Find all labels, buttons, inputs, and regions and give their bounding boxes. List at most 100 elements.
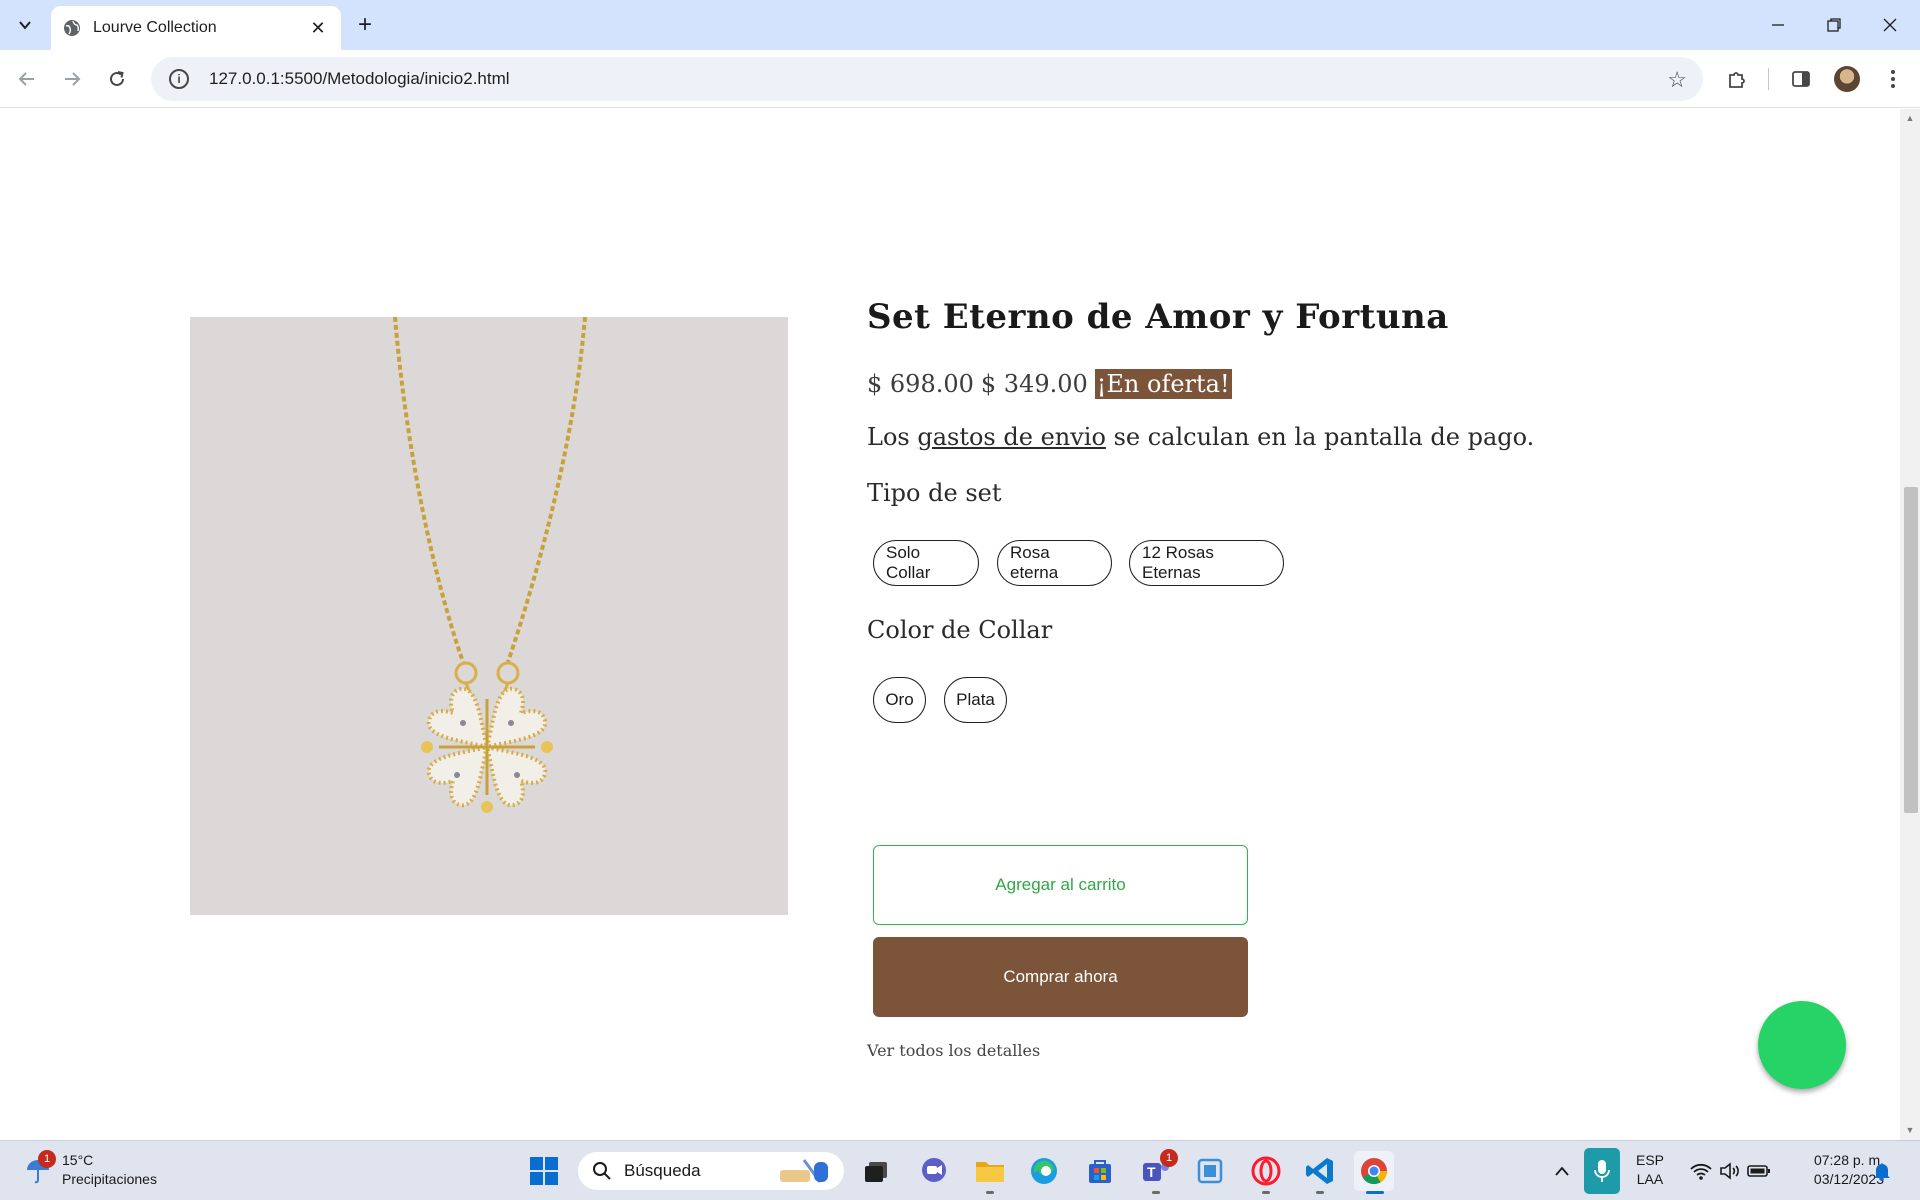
option-solo-collar[interactable]: Solo Collar <box>873 540 979 586</box>
teams-button[interactable]: T 1 <box>1136 1149 1178 1191</box>
network-volume-battery[interactable] <box>1680 1151 1780 1191</box>
running-indicator <box>1262 1191 1270 1194</box>
file-explorer-button[interactable] <box>970 1151 1010 1191</box>
active-indicator <box>1366 1191 1384 1194</box>
windows-logo-icon <box>530 1157 558 1185</box>
notifications-button[interactable] <box>1864 1151 1900 1191</box>
option-oro[interactable]: Oro <box>873 677 926 723</box>
side-panel-icon <box>1792 71 1810 87</box>
toolbar-divider <box>1768 68 1769 90</box>
task-view-button[interactable] <box>856 1151 896 1191</box>
running-indicator <box>986 1191 994 1194</box>
chrome-button[interactable] <box>1354 1151 1394 1191</box>
vscode-button[interactable] <box>1300 1151 1340 1191</box>
language-code: ESP <box>1635 1152 1664 1168</box>
battery-icon <box>1747 1165 1770 1177</box>
option-rosa-eterna[interactable]: Rosa eterna <box>997 540 1112 586</box>
opera-icon <box>1251 1156 1281 1186</box>
buy-now-button[interactable]: Comprar ahora <box>873 937 1248 1017</box>
language-indicator[interactable]: ESP LAA <box>1632 1151 1668 1189</box>
scrollbar-thumb[interactable] <box>1904 487 1918 813</box>
price-row: $ 698.00 $ 349.00 ¡En oferta! <box>867 369 1239 399</box>
arrow-right-icon <box>65 72 81 86</box>
tab-search-button[interactable] <box>10 10 40 40</box>
extensions-button[interactable] <box>1722 64 1752 94</box>
running-indicator <box>1316 1191 1324 1194</box>
address-bar[interactable]: i 127.0.0.1:5500/Metodologia/inicio2.htm… <box>151 57 1703 101</box>
arrow-left-icon <box>18 72 34 86</box>
profile-avatar[interactable] <box>1834 66 1860 92</box>
shipping-note: Los gastos de envio se calculan en la pa… <box>867 423 1534 451</box>
windows-taskbar: 1 15°C Precipitaciones Búsqueda T 1 ESP … <box>0 1140 1920 1200</box>
product-title: Set Eterno de Amor y Fortuna <box>867 297 1449 337</box>
opera-button[interactable] <box>1246 1151 1286 1191</box>
start-button[interactable] <box>524 1151 564 1191</box>
keyboard-layout: LAA <box>1636 1171 1664 1187</box>
browser-tab[interactable]: Lourve Collection ✕ <box>51 6 341 50</box>
restore-button[interactable] <box>1806 0 1862 50</box>
weather-widget[interactable]: 1 15°C Precipitaciones <box>24 1150 157 1189</box>
shipping-prefix: Los <box>867 423 910 451</box>
option-plata[interactable]: Plata <box>944 677 1007 723</box>
minimize-icon <box>1772 24 1784 26</box>
svg-text:T: T <box>1147 1164 1156 1180</box>
view-details-link[interactable]: Ver todos los detalles <box>867 1041 1040 1060</box>
bookmark-star-icon[interactable]: ☆ <box>1667 67 1687 93</box>
minimize-button[interactable] <box>1750 0 1806 50</box>
edge-button[interactable] <box>1024 1151 1064 1191</box>
chrome-icon <box>1361 1158 1388 1185</box>
weather-temperature: 15°C <box>62 1152 94 1168</box>
clover-necklace-image <box>393 317 587 813</box>
volume-icon <box>1720 1162 1739 1180</box>
original-price: $ 698.00 <box>867 370 974 398</box>
browser-menu-button[interactable] <box>1878 64 1908 94</box>
forward-button[interactable] <box>55 62 89 96</box>
product-image <box>190 317 788 915</box>
color-label: Color de Collar <box>867 616 1053 644</box>
search-highlight-icon <box>780 1159 828 1183</box>
bell-icon <box>1874 1164 1890 1181</box>
store-icon <box>1089 1160 1111 1183</box>
taskbar-search[interactable]: Búsqueda <box>578 1152 844 1190</box>
product-page: Set Eterno de Amor y Fortuna $ 698.00 $ … <box>0 109 1900 1140</box>
add-to-cart-button[interactable]: Agregar al carrito <box>873 845 1248 925</box>
site-info-icon[interactable]: i <box>169 69 189 89</box>
show-hidden-icons-button[interactable] <box>1542 1151 1582 1191</box>
puzzle-icon <box>1729 72 1745 88</box>
page-scrollbar[interactable]: ▲ ▼ <box>1900 109 1920 1140</box>
store-button[interactable] <box>1080 1151 1120 1191</box>
vscode-icon <box>1306 1158 1333 1184</box>
sale-badge: ¡En oferta! <box>1094 369 1232 399</box>
chat-bubble-icon <box>922 1158 946 1182</box>
reload-icon <box>110 71 124 86</box>
browser-tab-strip: Lourve Collection ✕ + <box>0 0 1920 50</box>
close-icon <box>1883 18 1897 32</box>
scroll-down-icon[interactable]: ▼ <box>1905 1125 1915 1135</box>
option-12-rosas-eternas[interactable]: 12 Rosas Eternas <box>1129 540 1284 586</box>
chevron-down-icon <box>19 21 31 30</box>
browser-toolbar: i 127.0.0.1:5500/Metodologia/inicio2.htm… <box>0 50 1920 108</box>
teams-badge: 1 <box>1160 1149 1178 1167</box>
reload-button[interactable] <box>100 62 134 96</box>
url-text: 127.0.0.1:5500/Metodologia/inicio2.html <box>209 69 510 88</box>
close-tab-icon[interactable]: ✕ <box>307 17 329 39</box>
sale-price: $ 349.00 <box>980 370 1088 398</box>
new-tab-button[interactable]: + <box>350 10 380 40</box>
chat-app-button[interactable] <box>914 1151 954 1191</box>
folder-icon <box>976 1162 1004 1182</box>
shipping-costs-link[interactable]: gastos de envio <box>917 423 1106 451</box>
chevron-up-icon <box>1555 1166 1569 1176</box>
office-app-icon <box>1197 1158 1223 1184</box>
voice-typing-button[interactable] <box>1584 1148 1620 1194</box>
office-app-button[interactable] <box>1190 1151 1230 1191</box>
close-window-button[interactable] <box>1862 0 1918 50</box>
scroll-up-icon[interactable]: ▲ <box>1905 113 1915 123</box>
globe-icon <box>64 20 80 36</box>
whatsapp-chat-button[interactable] <box>1758 1001 1846 1089</box>
wifi-icon <box>1690 1163 1712 1180</box>
search-icon <box>593 1162 611 1180</box>
back-button[interactable] <box>10 62 44 96</box>
microphone-icon <box>1594 1160 1610 1182</box>
set-type-label: Tipo de set <box>867 479 1002 507</box>
side-panel-button[interactable] <box>1786 64 1816 94</box>
